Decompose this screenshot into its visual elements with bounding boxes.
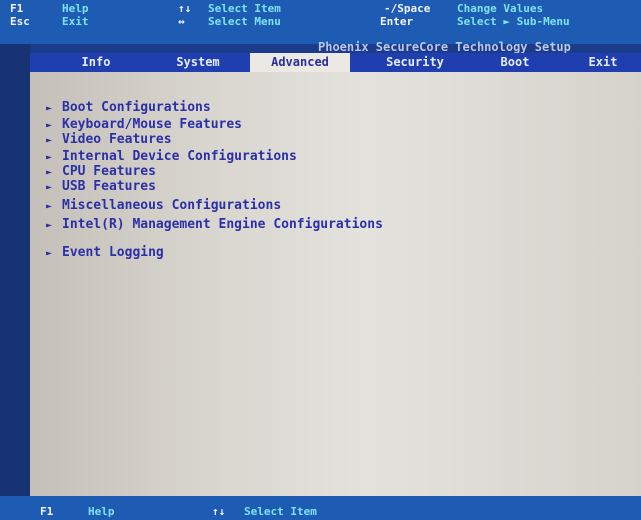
bottom-key-updown: ↑↓ xyxy=(212,505,226,518)
tab-system[interactable]: System xyxy=(148,53,248,72)
legend-desc-change-values: Change Values xyxy=(457,2,544,15)
submenu-arrow-icon: ► xyxy=(46,120,53,131)
legend-key-leftright: ↔ xyxy=(178,15,185,28)
legend-key-updown: ↑↓ xyxy=(178,2,192,15)
menu-item-usb-features[interactable]: ► USB Features xyxy=(46,179,156,194)
legend-key-enter: Enter xyxy=(380,15,414,28)
bottom-key-f1: F1 xyxy=(40,505,54,518)
tab-exit[interactable]: Exit xyxy=(565,53,641,72)
submenu-arrow-icon: ► xyxy=(46,103,53,114)
legend-key-space: -/Space xyxy=(384,2,431,15)
submenu-arrow-icon: ► xyxy=(46,201,53,212)
submenu-arrow-icon: ► xyxy=(46,167,53,178)
menu-tab-bar: Info System Advanced Security Boot Exit xyxy=(30,53,641,72)
submenu-arrow-icon: ► xyxy=(46,248,53,259)
bottom-key-legend: F1 Help ↑↓ Select Item xyxy=(0,496,641,520)
submenu-arrow-icon: ► xyxy=(46,220,53,231)
setup-title: Phoenix SecureCore Technology Setup xyxy=(318,40,571,54)
submenu-arrow-icon: ► xyxy=(46,182,53,193)
menu-item-event-logging[interactable]: ► Event Logging xyxy=(46,245,164,260)
menu-item-miscellaneous[interactable]: ► Miscellaneous Configurations xyxy=(46,198,281,213)
tab-boot[interactable]: Boot xyxy=(470,53,560,72)
legend-desc-select-menu: Select Menu xyxy=(208,15,281,28)
menu-item-boot-configurations[interactable]: ► Boot Configurations xyxy=(46,100,211,115)
legend-desc-exit: Exit xyxy=(62,15,89,28)
legend-desc-select-item: Select Item xyxy=(208,2,281,15)
submenu-arrow-icon: ► xyxy=(46,135,53,146)
menu-item-cpu-features[interactable]: ► CPU Features xyxy=(46,164,156,179)
tab-security[interactable]: Security xyxy=(365,53,465,72)
legend-desc-help: Help xyxy=(62,2,89,15)
left-border xyxy=(0,44,30,496)
tab-advanced[interactable]: Advanced xyxy=(250,53,350,72)
menu-item-internal-device[interactable]: ► Internal Device Configurations xyxy=(46,149,297,164)
bottom-desc-help: Help xyxy=(88,505,115,518)
tab-info[interactable]: Info xyxy=(46,53,146,72)
top-key-legend: F1 Help Esc Exit ↑↓ Select Item ↔ Select… xyxy=(0,0,641,44)
menu-item-keyboard-mouse[interactable]: ► Keyboard/Mouse Features xyxy=(46,117,242,132)
advanced-menu-panel: ► Boot Configurations ► Keyboard/Mouse Fea… xyxy=(30,72,641,496)
menu-item-intel-me[interactable]: ► Intel(R) Management Engine Configuratio… xyxy=(46,217,383,232)
bottom-desc-select-item: Select Item xyxy=(244,505,317,518)
legend-desc-select-submenu: Select ► Sub-Menu xyxy=(457,15,570,28)
legend-key-f1: F1 xyxy=(10,2,24,15)
legend-key-esc: Esc xyxy=(10,15,30,28)
submenu-arrow-icon: ► xyxy=(46,152,53,163)
menu-item-video-features[interactable]: ► Video Features xyxy=(46,132,172,147)
